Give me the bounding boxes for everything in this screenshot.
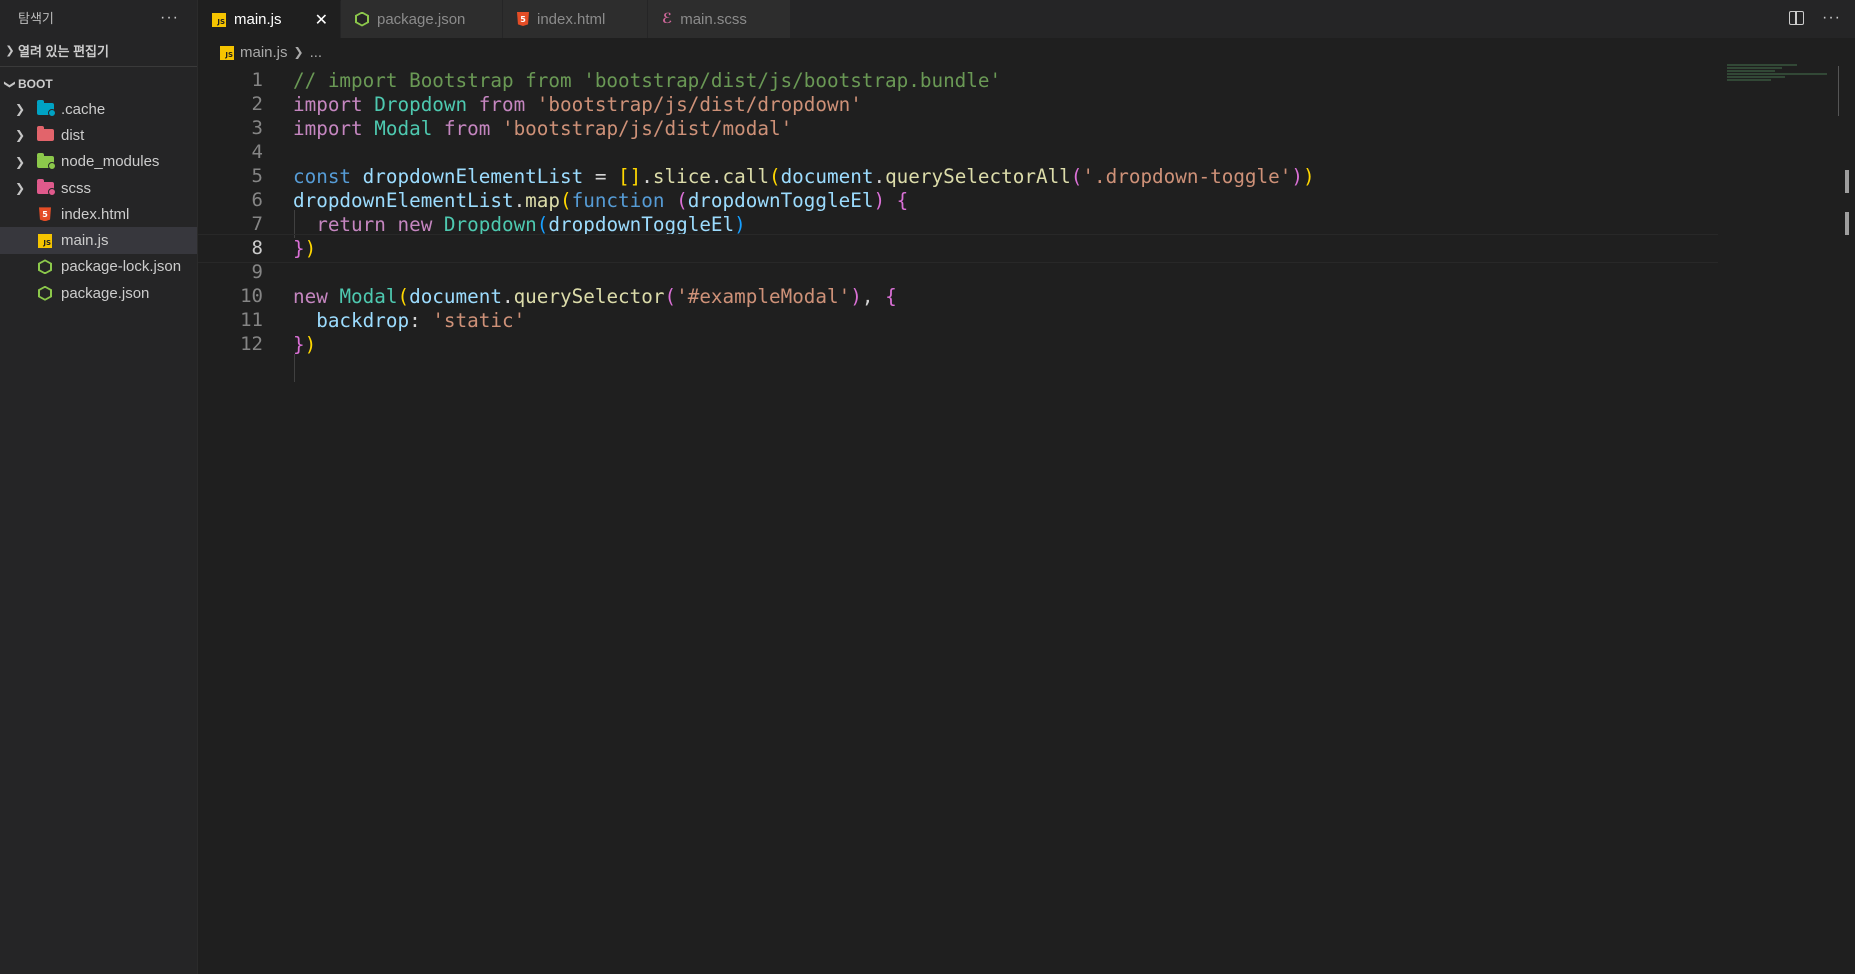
explorer-header: 탐색기 ···	[0, 0, 197, 35]
line-number: 12	[240, 333, 263, 356]
js-file-icon: JS	[36, 233, 54, 249]
scss-file-icon: ℰ	[662, 11, 673, 27]
tree-item-scss[interactable]: ❯ scss	[0, 175, 197, 201]
html-file-icon: 5	[517, 12, 529, 26]
chevron-right-icon: ❯	[5, 45, 15, 57]
folder-dist-icon	[36, 126, 54, 143]
tree-item-label: dist	[61, 126, 85, 144]
tree-item-cache[interactable]: ❯ .cache	[0, 96, 197, 122]
code-editor[interactable]: 1 // import Bootstrap from 'bootstrap/di…	[198, 66, 1855, 974]
code-text: import Modal from 'bootstrap/js/dist/mod…	[293, 116, 793, 140]
tree-item-label: package-lock.json	[61, 258, 182, 276]
tab-main-js[interactable]: JS main.js ✕	[198, 0, 341, 38]
tree-item-node-modules[interactable]: ❯ node_modules	[0, 149, 197, 175]
tab-label: index.html	[537, 10, 606, 28]
open-editors-label: 열려 있는 편집기	[18, 44, 109, 59]
project-section[interactable]: ❯ BOOT	[0, 73, 197, 95]
code-text: import Dropdown from 'bootstrap/js/dist/…	[293, 92, 862, 116]
folder-scss-icon	[36, 179, 56, 197]
nodejs-file-icon	[36, 285, 54, 301]
line-number: 4	[251, 141, 263, 164]
tree-item-label: main.js	[61, 232, 109, 250]
tab-package-json[interactable]: package.json	[341, 0, 503, 38]
line-number: 11	[240, 309, 263, 332]
project-label: BOOT	[18, 77, 53, 91]
line-number: 3	[251, 117, 263, 140]
tree-item-package-json[interactable]: package.json	[0, 280, 197, 306]
tree-item-label: index.html	[61, 205, 130, 223]
line-number: 2	[251, 93, 263, 116]
tab-main-scss[interactable]: ℰ main.scss	[648, 0, 791, 38]
code-text: return new Dropdown(dropdownToggleEl)	[316, 212, 746, 236]
more-actions-icon[interactable]: ···	[1822, 9, 1841, 27]
chevron-right-icon: ❯	[15, 128, 26, 143]
explorer-sidebar: 탐색기 ··· ❯ 열려 있는 편집기 ❯ BOOT ❯ .cache ❯ di…	[0, 0, 198, 974]
line-number: 7	[251, 213, 263, 236]
tree-item-package-lock-json[interactable]: package-lock.json	[0, 254, 197, 280]
explorer-title: 탐색기	[18, 11, 54, 26]
code-text-content: // import Bootstrap from 'bootstrap/dist…	[293, 68, 1002, 92]
breadcrumb-symbol[interactable]: ...	[310, 44, 323, 61]
minimap[interactable]	[1727, 64, 1837, 94]
file-tree: ❯ .cache ❯ dist ❯ node_modules ❯ scss 5 …	[0, 96, 197, 306]
chevron-right-icon: ❯	[15, 181, 26, 196]
code-text: backdrop: 'static'	[316, 308, 526, 332]
tree-item-label: node_modules	[61, 153, 160, 171]
tab-label: main.js	[234, 11, 282, 28]
scrollbar-marker	[1845, 170, 1849, 193]
code-text: new Modal(document.querySelector('#examp…	[293, 284, 897, 308]
tree-item-dist[interactable]: ❯ dist	[0, 122, 197, 148]
close-icon[interactable]: ✕	[315, 10, 328, 30]
code-text: })	[293, 332, 317, 356]
line-number: 6	[251, 189, 263, 212]
code-text: dropdownElementList.map(function (dropdo…	[293, 188, 909, 212]
tab-index-html[interactable]: 5 index.html	[503, 0, 648, 38]
nodejs-file-icon	[355, 11, 369, 27]
folder-cache-icon	[36, 100, 56, 118]
scrollbar-track[interactable]	[1838, 66, 1839, 116]
open-editors-section[interactable]: ❯ 열려 있는 편집기	[0, 40, 197, 67]
tree-item-index-html[interactable]: 5 index.html	[0, 201, 197, 227]
scrollbar-marker	[1845, 212, 1849, 235]
editor-tab-bar: JS main.js ✕ package.json 5 index.html ℰ…	[198, 0, 1855, 38]
nodejs-file-icon	[36, 259, 54, 275]
line-number: 5	[251, 165, 263, 188]
folder-node-icon	[36, 152, 56, 170]
line-number: 1	[251, 69, 263, 92]
breadcrumb-file[interactable]: main.js	[240, 44, 288, 61]
line-number: 8	[251, 237, 263, 260]
code-text: const dropdownElementList = [].slice.cal…	[293, 164, 1315, 188]
js-file-icon: JS	[212, 12, 226, 27]
tab-label: package.json	[377, 10, 466, 28]
breadcrumb: JS main.js ❯ ...	[198, 41, 322, 63]
code-text: // import Bootstrap from 'bootstrap/dist…	[293, 69, 1001, 92]
split-editor-icon[interactable]	[1789, 10, 1805, 25]
chevron-right-icon: ❯	[15, 102, 26, 117]
code-text: })	[293, 236, 317, 260]
explorer-more-actions-icon[interactable]: ···	[160, 9, 179, 27]
chevron-right-icon: ❯	[15, 154, 26, 169]
tree-item-label: scss	[61, 179, 91, 197]
tree-item-label: package.json	[61, 284, 150, 302]
line-number: 10	[240, 285, 263, 308]
tree-item-main-js[interactable]: JS main.js	[0, 227, 197, 254]
line-number: 9	[251, 261, 263, 284]
html-file-icon: 5	[36, 206, 54, 222]
tree-item-label: .cache	[61, 100, 106, 118]
js-file-icon: JS	[220, 44, 234, 61]
code-line[interactable]: 12 })	[198, 330, 1718, 359]
editor-actions: ···	[1789, 0, 1841, 35]
tab-label: main.scss	[680, 10, 747, 28]
chevron-right-icon: ❯	[293, 45, 304, 59]
chevron-down-icon: ❯	[3, 79, 16, 89]
